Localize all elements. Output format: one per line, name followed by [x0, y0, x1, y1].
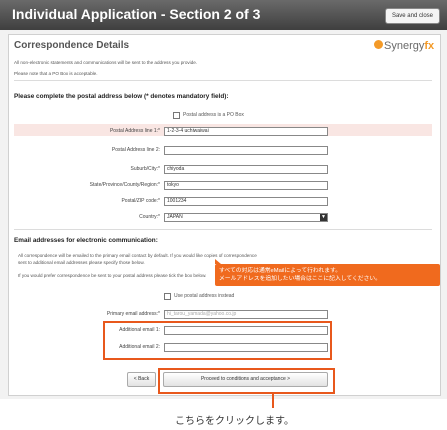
pointer-line: [272, 394, 274, 408]
additional-email-2-input[interactable]: [164, 343, 328, 352]
additional-email-2-label: Additional email 2:: [119, 344, 160, 350]
page-title: Correspondence Details: [14, 40, 130, 51]
postal-section-title: Please complete the postal address below…: [14, 93, 229, 100]
save-and-close-button[interactable]: Save and close: [384, 8, 440, 24]
address-line2-label: Postal Address line 2:: [111, 147, 160, 153]
divider: [14, 229, 432, 230]
chevron-down-icon: ▼: [320, 214, 327, 221]
email-note-1: All correspondence will be emailed to th…: [18, 253, 257, 258]
address-line1-label: Postal Address line 1:*: [109, 128, 160, 134]
address-line2-input[interactable]: [164, 146, 328, 155]
title-bar: Individual Application - Section 2 of 3 …: [0, 0, 447, 30]
intro-text-1: All non-electronic statements and commun…: [14, 60, 198, 65]
use-postal-label: Use postal address instead: [174, 293, 235, 299]
state-input[interactable]: tokyo: [164, 181, 328, 190]
email-section-title: Email addresses for electronic communica…: [14, 237, 158, 244]
back-button[interactable]: < Back: [127, 372, 156, 387]
primary-email-label: Primary email address:*: [106, 311, 160, 317]
state-label: State/Province/County/Region:*: [89, 182, 160, 188]
additional-email-1-input[interactable]: [164, 326, 328, 335]
suburb-input[interactable]: chiyoda: [164, 165, 328, 174]
address-line1-input[interactable]: 1-2-3-4 uchiwaiwai: [164, 127, 328, 136]
callout-line-2: メールアドレスを追加したい場合はここに記入してください。: [219, 276, 381, 282]
email-note-2: sent to additional email addresses pleas…: [18, 260, 145, 265]
additional-email-1-label: Additional email 1:: [119, 327, 160, 333]
instruction-caption: こちらをクリックします。: [175, 416, 294, 427]
window-title: Individual Application - Section 2 of 3: [12, 6, 261, 22]
po-box-label: Postal address is a PO Box: [183, 112, 244, 118]
country-label: Country:*: [139, 214, 160, 220]
proceed-button[interactable]: Proceed to conditions and acceptance >: [163, 372, 328, 387]
email-note-3: If you would prefer correspondence be se…: [18, 273, 207, 278]
callout-line-1: すべての対応は通常eMailによって行われます。: [219, 268, 342, 274]
intro-text-2: Please note that a PO Box is acceptable.: [14, 71, 98, 76]
country-value: JAPAN: [167, 214, 183, 220]
postal-code-label: Postal/ZIP code:*: [121, 198, 160, 204]
callout-tooltip: すべての対応は通常eMailによって行われます。 メールアドレスを追加したい場合…: [215, 259, 440, 286]
use-postal-checkbox[interactable]: [164, 293, 171, 300]
primary-email-input[interactable]: hi_tarou_yamada@yahoo.co.jp: [164, 310, 328, 319]
logo-mark-icon: [374, 40, 383, 49]
postal-code-input[interactable]: 1001234: [164, 197, 328, 206]
po-box-checkbox[interactable]: [173, 112, 180, 119]
synergy-logo: Synergyfx: [374, 40, 434, 52]
suburb-label: Suburb/City:*: [130, 166, 160, 172]
callout-tail: [215, 259, 221, 264]
divider: [14, 80, 432, 81]
country-select[interactable]: JAPAN ▼: [164, 213, 328, 222]
